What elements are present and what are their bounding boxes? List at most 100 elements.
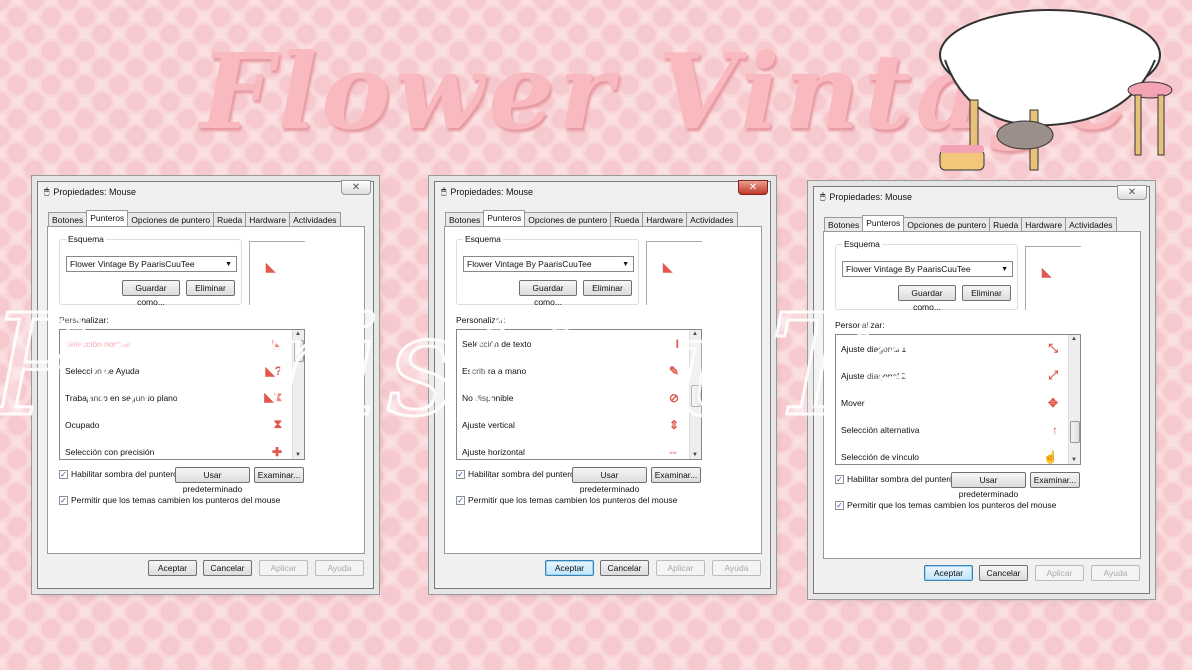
pointer-role-label: Ajuste vertical xyxy=(462,420,515,430)
checkbox-checked-icon[interactable]: ✓ xyxy=(59,470,68,479)
list-item[interactable]: Ajuste diagonal 2⤢ xyxy=(836,362,1080,389)
tab-botones[interactable]: Botones xyxy=(48,212,87,226)
ok-button[interactable]: Aceptar xyxy=(148,560,197,576)
list-item[interactable]: Selección normal◣ xyxy=(60,330,304,357)
delete-button[interactable]: Eliminar xyxy=(186,280,235,296)
browse-button[interactable]: Examinar... xyxy=(1030,472,1080,488)
list-item[interactable]: Selección de vínculo☝ xyxy=(836,443,1080,465)
pointer-preview: ◣ xyxy=(249,241,305,305)
list-item[interactable]: Trabajando en segundo plano◣⧗ xyxy=(60,384,304,411)
list-item[interactable]: Ajuste diagonal 1⤡ xyxy=(836,335,1080,362)
checkbox-checked-icon[interactable]: ✓ xyxy=(835,501,844,510)
scroll-down-icon[interactable]: ▼ xyxy=(692,452,698,458)
themes-checkbox[interactable]: ✓Permitir que los temas cambien los punt… xyxy=(835,500,1056,510)
browse-button[interactable]: Examinar... xyxy=(651,467,701,483)
delete-button[interactable]: Eliminar xyxy=(583,280,632,296)
cancel-button[interactable]: Cancelar xyxy=(203,560,252,576)
tab-botones[interactable]: Botones xyxy=(445,212,484,226)
tab-opciones-de-puntero[interactable]: Opciones de puntero xyxy=(903,217,990,231)
pointer-list[interactable]: Selección de textoIEscritura a mano✎No d… xyxy=(456,329,702,460)
scroll-thumb[interactable] xyxy=(691,385,701,407)
cancel-button[interactable]: Cancelar xyxy=(600,560,649,576)
delete-button[interactable]: Eliminar xyxy=(962,285,1011,301)
tab-actividades[interactable]: Actividades xyxy=(1065,217,1116,231)
checkbox-checked-icon[interactable]: ✓ xyxy=(456,496,465,505)
list-item[interactable]: No disponible⊘ xyxy=(457,384,701,411)
list-item[interactable]: Selección de Ayuda◣? xyxy=(60,357,304,384)
checkbox-checked-icon[interactable]: ✓ xyxy=(835,475,844,484)
list-item[interactable]: Mover✥ xyxy=(836,389,1080,416)
help-button[interactable]: Ayuda xyxy=(315,560,364,576)
apply-button[interactable]: Aplicar xyxy=(259,560,308,576)
tab-rueda[interactable]: Rueda xyxy=(610,212,643,226)
tab-opciones-de-puntero[interactable]: Opciones de puntero xyxy=(524,212,611,226)
scroll-down-icon[interactable]: ▼ xyxy=(295,452,301,458)
save-as-button[interactable]: Guardar como... xyxy=(898,285,956,301)
checkbox-checked-icon[interactable]: ✓ xyxy=(456,470,465,479)
use-default-button[interactable]: Usar predeterminado xyxy=(175,467,250,483)
save-as-button[interactable]: Guardar como... xyxy=(122,280,180,296)
tab-rueda[interactable]: Rueda xyxy=(213,212,246,226)
browse-button[interactable]: Examinar... xyxy=(254,467,304,483)
tab-punteros[interactable]: Punteros xyxy=(862,215,904,231)
ok-button[interactable]: Aceptar xyxy=(545,560,594,576)
help-button[interactable]: Ayuda xyxy=(712,560,761,576)
tab-hardware[interactable]: Hardware xyxy=(642,212,687,226)
scrollbar[interactable]: ▲▼ xyxy=(1068,335,1080,464)
themes-checkbox[interactable]: ✓Permitir que los temas cambien los punt… xyxy=(456,495,677,505)
pointer-list[interactable]: Selección normal◣Selección de Ayuda◣?Tra… xyxy=(59,329,305,460)
close-button[interactable]: ✕ xyxy=(341,180,371,195)
shadow-checkbox[interactable]: ✓Habilitar sombra del puntero xyxy=(456,469,575,479)
list-item[interactable]: Selección alternativa↑ xyxy=(836,416,1080,443)
scroll-thumb[interactable] xyxy=(294,340,304,362)
tab-opciones-de-puntero[interactable]: Opciones de puntero xyxy=(127,212,214,226)
save-as-button[interactable]: Guardar como... xyxy=(519,280,577,296)
list-item[interactable]: Selección de textoI xyxy=(457,330,701,357)
use-default-button[interactable]: Usar predeterminado xyxy=(951,472,1026,488)
close-button[interactable]: ✕ xyxy=(1117,185,1147,200)
tab-rueda[interactable]: Rueda xyxy=(989,217,1022,231)
list-item[interactable]: Selección con precisión✚ xyxy=(60,438,304,460)
shadow-checkbox[interactable]: ✓Habilitar sombra del puntero xyxy=(835,474,954,484)
tab-actividades[interactable]: Actividades xyxy=(686,212,737,226)
scheme-dropdown[interactable]: Flower Vintage By PaarisCuuTee▼ xyxy=(463,256,634,272)
cancel-button[interactable]: Cancelar xyxy=(979,565,1028,581)
scroll-down-icon[interactable]: ▼ xyxy=(1071,457,1077,463)
close-icon: ✕ xyxy=(749,182,757,193)
scroll-up-icon[interactable]: ▲ xyxy=(295,331,301,337)
scheme-label: Esquema xyxy=(463,234,503,244)
scroll-up-icon[interactable]: ▲ xyxy=(692,331,698,337)
scheme-dropdown[interactable]: Flower Vintage By PaarisCuuTee▼ xyxy=(66,256,237,272)
list-item[interactable]: Ocupado⧗ xyxy=(60,411,304,438)
shadow-checkbox-label: Habilitar sombra del puntero xyxy=(847,474,954,484)
apply-button[interactable]: Aplicar xyxy=(656,560,705,576)
help-button[interactable]: Ayuda xyxy=(1091,565,1140,581)
scrollbar[interactable]: ▲▼ xyxy=(689,330,701,459)
pointer-role-label: Ajuste diagonal 1 xyxy=(841,344,906,354)
list-item[interactable]: Ajuste vertical⇕ xyxy=(457,411,701,438)
tab-punteros[interactable]: Punteros xyxy=(483,210,525,226)
scroll-thumb[interactable] xyxy=(1070,421,1080,443)
use-default-button[interactable]: Usar predeterminado xyxy=(572,467,647,483)
tab-actividades[interactable]: Actividades xyxy=(289,212,340,226)
scroll-up-icon[interactable]: ▲ xyxy=(1071,336,1077,342)
list-item[interactable]: Escritura a mano✎ xyxy=(457,357,701,384)
scheme-label: Esquema xyxy=(66,234,106,244)
list-item[interactable]: Ajuste horizontal⇔ xyxy=(457,438,701,460)
scrollbar[interactable]: ▲▼ xyxy=(292,330,304,459)
themes-checkbox[interactable]: ✓Permitir que los temas cambien los punt… xyxy=(59,495,280,505)
close-button[interactable]: ✕ xyxy=(738,180,768,195)
scheme-dropdown[interactable]: Flower Vintage By PaarisCuuTee▼ xyxy=(842,261,1013,277)
apply-button[interactable]: Aplicar xyxy=(1035,565,1084,581)
tab-botones[interactable]: Botones xyxy=(824,217,863,231)
tab-hardware[interactable]: Hardware xyxy=(1021,217,1066,231)
tab-hardware[interactable]: Hardware xyxy=(245,212,290,226)
pointer-role-label: Selección con precisión xyxy=(65,447,154,457)
alternate-pointer-icon: ↑ xyxy=(1052,423,1058,437)
ok-button[interactable]: Aceptar xyxy=(924,565,973,581)
tab-punteros[interactable]: Punteros xyxy=(86,210,128,226)
close-icon: ✕ xyxy=(1128,187,1136,198)
pointer-list[interactable]: Ajuste diagonal 1⤡Ajuste diagonal 2⤢Move… xyxy=(835,334,1081,465)
checkbox-checked-icon[interactable]: ✓ xyxy=(59,496,68,505)
shadow-checkbox[interactable]: ✓Habilitar sombra del puntero xyxy=(59,469,178,479)
